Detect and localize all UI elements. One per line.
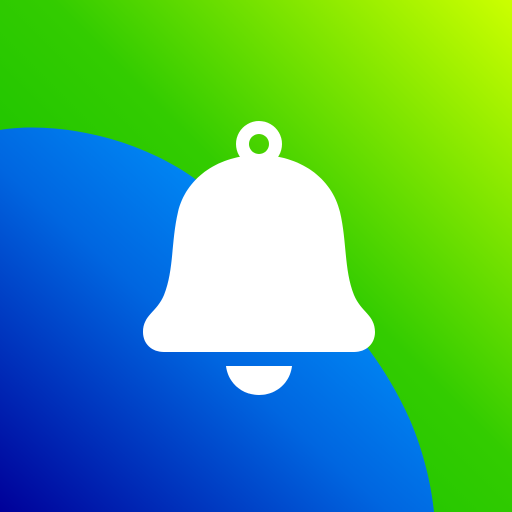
app-icon[interactable] bbox=[0, 0, 512, 512]
app-icon-artwork bbox=[0, 0, 512, 512]
